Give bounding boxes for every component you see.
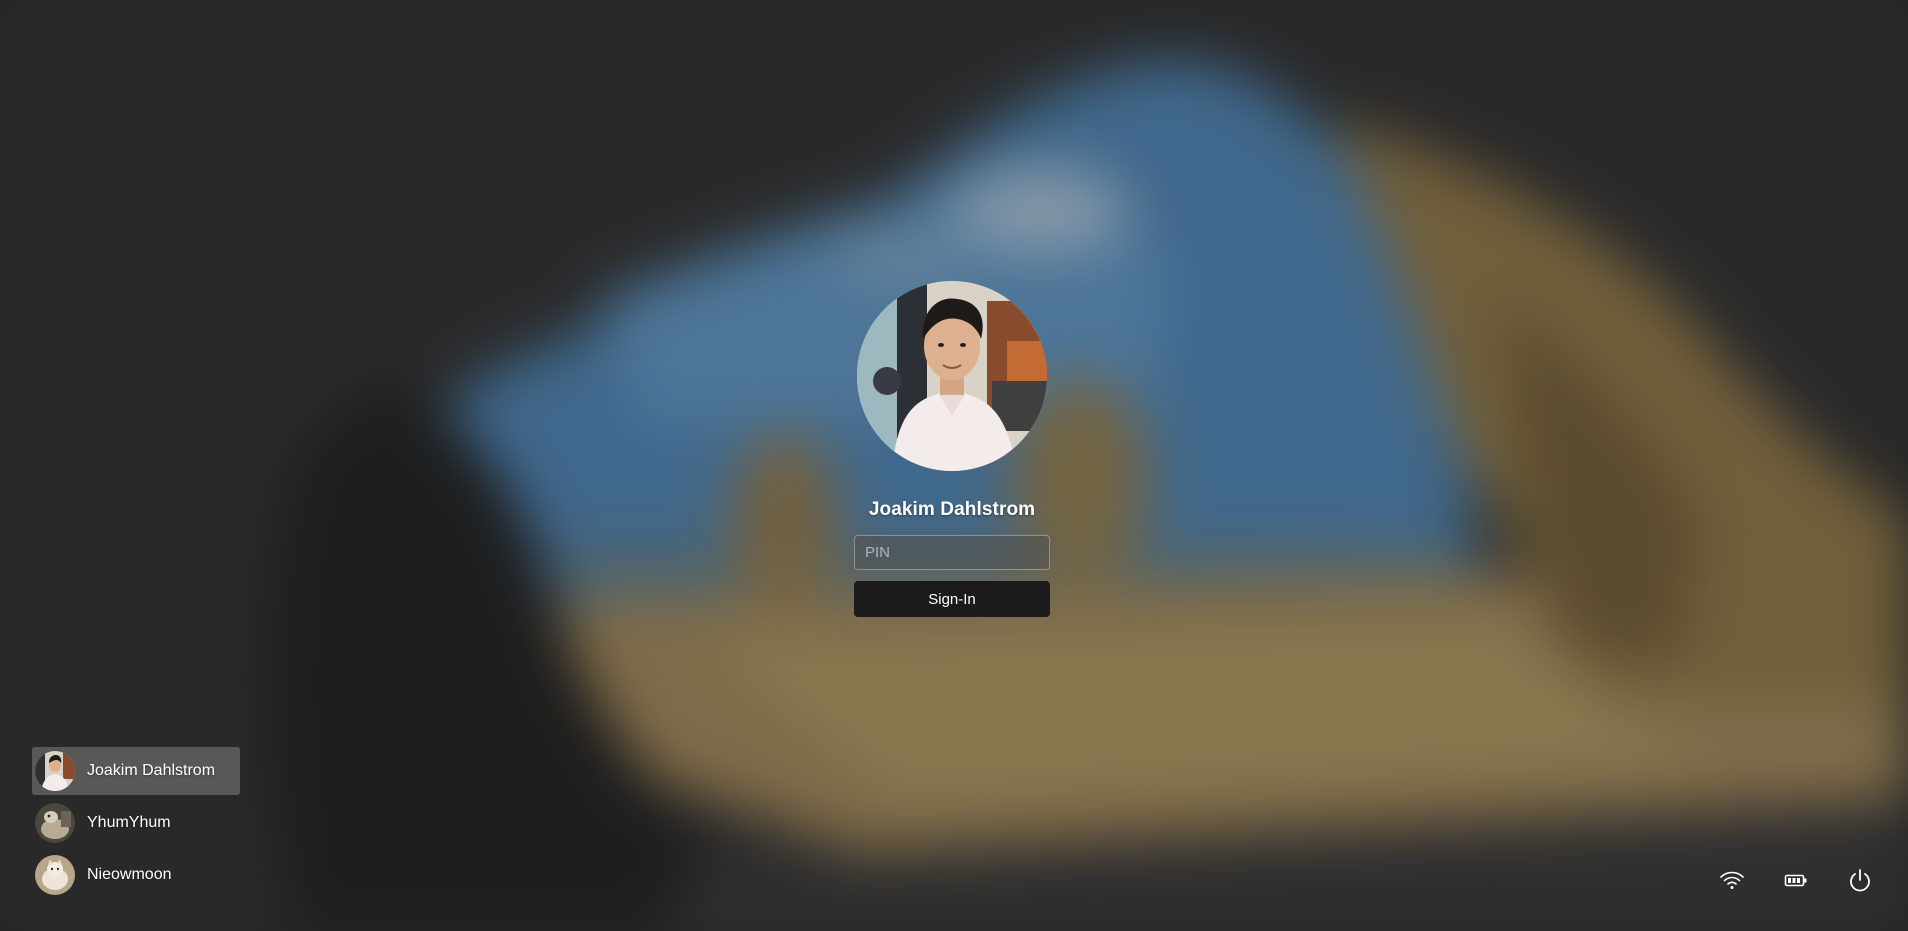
lock-screen: Joakim Dahlstrom Sign-In Joakim Dahlstro… — [0, 0, 1908, 931]
wifi-button[interactable] — [1700, 864, 1764, 896]
sign-in-button[interactable]: Sign-In — [854, 581, 1050, 617]
power-button[interactable] — [1828, 864, 1892, 896]
current-user-name: Joakim Dahlstrom — [868, 499, 1036, 520]
login-panel: Joakim Dahlstrom Sign-In — [854, 281, 1050, 617]
user-list-item-label: Nieowmoon — [87, 866, 172, 883]
pin-input[interactable] — [854, 535, 1050, 570]
system-tray — [1700, 864, 1892, 896]
user-photo-icon — [35, 751, 75, 791]
user-switcher: Joakim Dahlstrom YhumYhum Nieowmoon — [32, 747, 240, 903]
user-photo-icon — [35, 855, 75, 895]
user-photo-icon — [35, 803, 75, 843]
user-list-item-yhumyhum[interactable]: YhumYhum — [32, 799, 240, 847]
user-list-item-nieowmoon[interactable]: Nieowmoon — [32, 851, 240, 899]
battery-button[interactable] — [1764, 864, 1828, 896]
user-list-item-label: Joakim Dahlstrom — [87, 762, 216, 779]
power-icon — [1850, 869, 1870, 892]
user-avatar — [857, 281, 1047, 471]
user-thumb-yhumyhum — [35, 803, 75, 843]
user-thumb-nieowmoon — [35, 855, 75, 895]
user-list-item-joakim[interactable]: Joakim Dahlstrom — [32, 747, 240, 795]
user-thumb-joakim — [35, 751, 75, 791]
battery-icon — [1784, 874, 1807, 887]
user-photo-icon — [857, 281, 1047, 471]
wifi-icon — [1720, 871, 1744, 889]
user-list-item-label: YhumYhum — [87, 814, 171, 831]
